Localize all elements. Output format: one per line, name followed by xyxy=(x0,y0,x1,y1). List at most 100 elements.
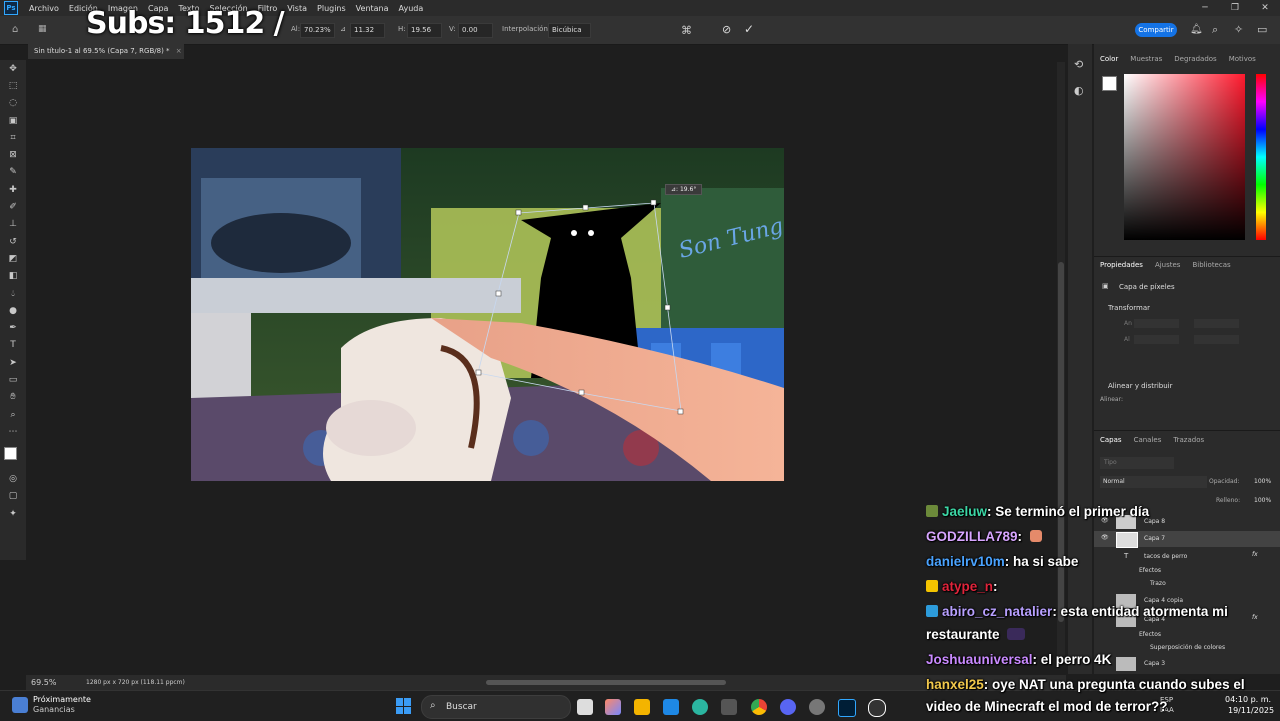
tab-ajustes[interactable]: Ajustes xyxy=(1149,261,1187,269)
cancel-transform-icon[interactable]: ⊘ xyxy=(722,23,731,36)
home-icon[interactable]: ⌂ xyxy=(12,24,24,36)
crop-tool-icon[interactable]: ⌗ xyxy=(0,129,26,146)
hue-slider[interactable] xyxy=(1256,74,1266,240)
gradient-tool-icon[interactable]: ◧ xyxy=(0,268,26,285)
width-field[interactable]: 70.23% xyxy=(300,23,335,38)
commit-transform-icon[interactable]: ✓ xyxy=(744,22,754,36)
al-field[interactable] xyxy=(1134,335,1179,344)
tab-motivos[interactable]: Motivos xyxy=(1223,55,1262,63)
task-view-icon[interactable] xyxy=(577,699,593,715)
weather-icon[interactable] xyxy=(12,697,28,713)
an-field[interactable] xyxy=(1134,319,1179,328)
photoshop-taskbar-icon[interactable] xyxy=(838,699,856,717)
color-foreground-swatch[interactable] xyxy=(1102,76,1117,91)
color-picker-field[interactable] xyxy=(1124,74,1245,240)
copilot-icon[interactable] xyxy=(605,699,621,715)
pen-tool-icon[interactable]: ✒ xyxy=(0,319,26,336)
hand-tool-icon[interactable]: ✋︎ xyxy=(0,389,26,406)
blur-tool-icon[interactable]: 💧︎ xyxy=(0,285,26,302)
frame-tool-icon[interactable]: ⊠ xyxy=(0,146,26,163)
tab-bibliotecas[interactable]: Bibliotecas xyxy=(1186,261,1236,269)
tools-panel: ✥ ⬚ ◌ ▣ ⌗ ⊠ ✎ ✚ ✐ ⊥ ↺ ◩ ◧ 💧︎ ● ✒ T ➤ ▭ ✋… xyxy=(0,60,26,560)
more-tools-icon[interactable]: ⋯ xyxy=(0,423,26,440)
menu-archivo[interactable]: Archivo xyxy=(24,4,64,13)
tab-canales[interactable]: Canales xyxy=(1128,436,1168,444)
menu-ayuda[interactable]: Ayuda xyxy=(394,4,429,13)
v-skew-field[interactable]: 0.00 xyxy=(458,23,493,38)
horizontal-scrollbar[interactable] xyxy=(486,680,726,685)
zoom-level[interactable]: 69.5% xyxy=(31,678,56,687)
file-folder-icon[interactable] xyxy=(663,699,679,715)
zoom-tool-icon[interactable]: ⌕ xyxy=(0,406,26,423)
tab-propiedades[interactable]: Propiedades xyxy=(1094,261,1149,269)
history-panel-icon[interactable]: ⟲ xyxy=(1074,58,1083,71)
eraser-tool-icon[interactable]: ◩ xyxy=(0,250,26,267)
object-select-tool-icon[interactable]: ▣ xyxy=(0,112,26,129)
workspace-icon[interactable]: ▭ xyxy=(1257,23,1267,36)
shape-tool-icon[interactable]: ▭ xyxy=(0,371,26,388)
subs-counter-overlay: Subs: 1512 / xyxy=(86,6,285,41)
search-icon[interactable]: ⌕ xyxy=(1212,23,1218,37)
tab-muestras[interactable]: Muestras xyxy=(1124,55,1168,63)
minimize-icon[interactable]: ─ xyxy=(1190,0,1220,16)
chat-text: : oye NAT una pregunta cuando subes el xyxy=(983,677,1245,692)
healing-tool-icon[interactable]: ✚ xyxy=(0,181,26,198)
discord-icon[interactable] xyxy=(780,699,796,715)
path-select-tool-icon[interactable]: ➤ xyxy=(0,354,26,371)
y-field[interactable] xyxy=(1194,335,1239,344)
tab-trazados[interactable]: Trazados xyxy=(1167,436,1210,444)
document-canvas[interactable]: Son Tung xyxy=(191,148,784,481)
edge-icon[interactable] xyxy=(692,699,708,715)
dodge-tool-icon[interactable]: ● xyxy=(0,302,26,319)
close-tab-icon[interactable]: × xyxy=(176,47,182,55)
app-icon-2[interactable] xyxy=(809,699,825,715)
align-section[interactable]: Alinear y distribuir xyxy=(1108,382,1173,390)
h-skew-field[interactable]: 19.56 xyxy=(407,23,442,38)
warp-icon[interactable]: ⌘ xyxy=(681,24,692,37)
taskbar-search[interactable]: ⌕ Buscar xyxy=(421,695,571,719)
actions-panel-icon[interactable]: ◐ xyxy=(1074,84,1084,97)
opacity-value[interactable]: 100% xyxy=(1254,478,1271,485)
brush-tool-icon[interactable]: ✐ xyxy=(0,198,26,215)
search-icon: ⌕ xyxy=(430,700,436,711)
tab-color[interactable]: Color xyxy=(1094,55,1124,63)
discover-icon[interactable]: ✧ xyxy=(1234,23,1243,36)
menu-ventana[interactable]: Ventana xyxy=(351,4,394,13)
menu-plugins[interactable]: Plugins xyxy=(312,4,351,13)
blend-mode-select[interactable]: Normal xyxy=(1100,476,1207,488)
media-player-icon[interactable] xyxy=(868,699,886,717)
maximize-icon[interactable]: ❐ xyxy=(1220,0,1250,16)
tab-degradados[interactable]: Degradados xyxy=(1168,55,1222,63)
marquee-tool-icon[interactable]: ⬚ xyxy=(0,77,26,94)
eyedropper-tool-icon[interactable]: ✎ xyxy=(0,164,26,181)
history-brush-icon[interactable]: ↺ xyxy=(0,233,26,250)
close-icon[interactable]: ✕ xyxy=(1250,0,1280,16)
chat-message-continued: restaurante xyxy=(926,627,1026,642)
angle-field[interactable]: 11.32 xyxy=(350,23,385,38)
stamp-tool-icon[interactable]: ⊥ xyxy=(0,216,26,233)
type-tool-icon[interactable]: T xyxy=(0,337,26,354)
foreground-color[interactable] xyxy=(4,446,17,460)
screen-mode-icon[interactable]: ▢ xyxy=(0,488,26,505)
quick-mask-icon[interactable]: ◎ xyxy=(0,471,26,488)
edit-toolbar-icon[interactable]: ✦ xyxy=(0,505,26,522)
document-dimensions[interactable]: 1280 px x 720 px (118.11 ppcm) xyxy=(86,679,185,686)
chat-text: : xyxy=(993,579,998,594)
interpolation-select[interactable]: Bicúbica xyxy=(548,23,591,38)
share-button[interactable]: Compartir xyxy=(1135,23,1177,37)
menu-vista[interactable]: Vista xyxy=(282,4,312,13)
lasso-tool-icon[interactable]: ◌ xyxy=(0,95,26,112)
x-field[interactable] xyxy=(1194,319,1239,328)
notifications-icon[interactable]: 🔔︎ xyxy=(1190,24,1203,35)
windows-start-icon[interactable] xyxy=(396,698,412,714)
file-explorer-icon[interactable] xyxy=(634,699,650,715)
document-tab[interactable]: Sin título-1 al 69.5% (Capa 7, RGB/8) * … xyxy=(28,44,184,59)
layer-filter[interactable]: Tipo xyxy=(1100,457,1174,469)
app-icon[interactable] xyxy=(721,699,737,715)
transform-section[interactable]: Transformar xyxy=(1108,304,1150,312)
transform-reference-icon[interactable]: ▦ xyxy=(38,24,47,34)
chrome-icon[interactable] xyxy=(751,699,767,715)
tab-capas[interactable]: Capas xyxy=(1094,436,1128,444)
move-tool-icon[interactable]: ✥ xyxy=(0,60,26,77)
color-swatches[interactable] xyxy=(0,441,26,471)
